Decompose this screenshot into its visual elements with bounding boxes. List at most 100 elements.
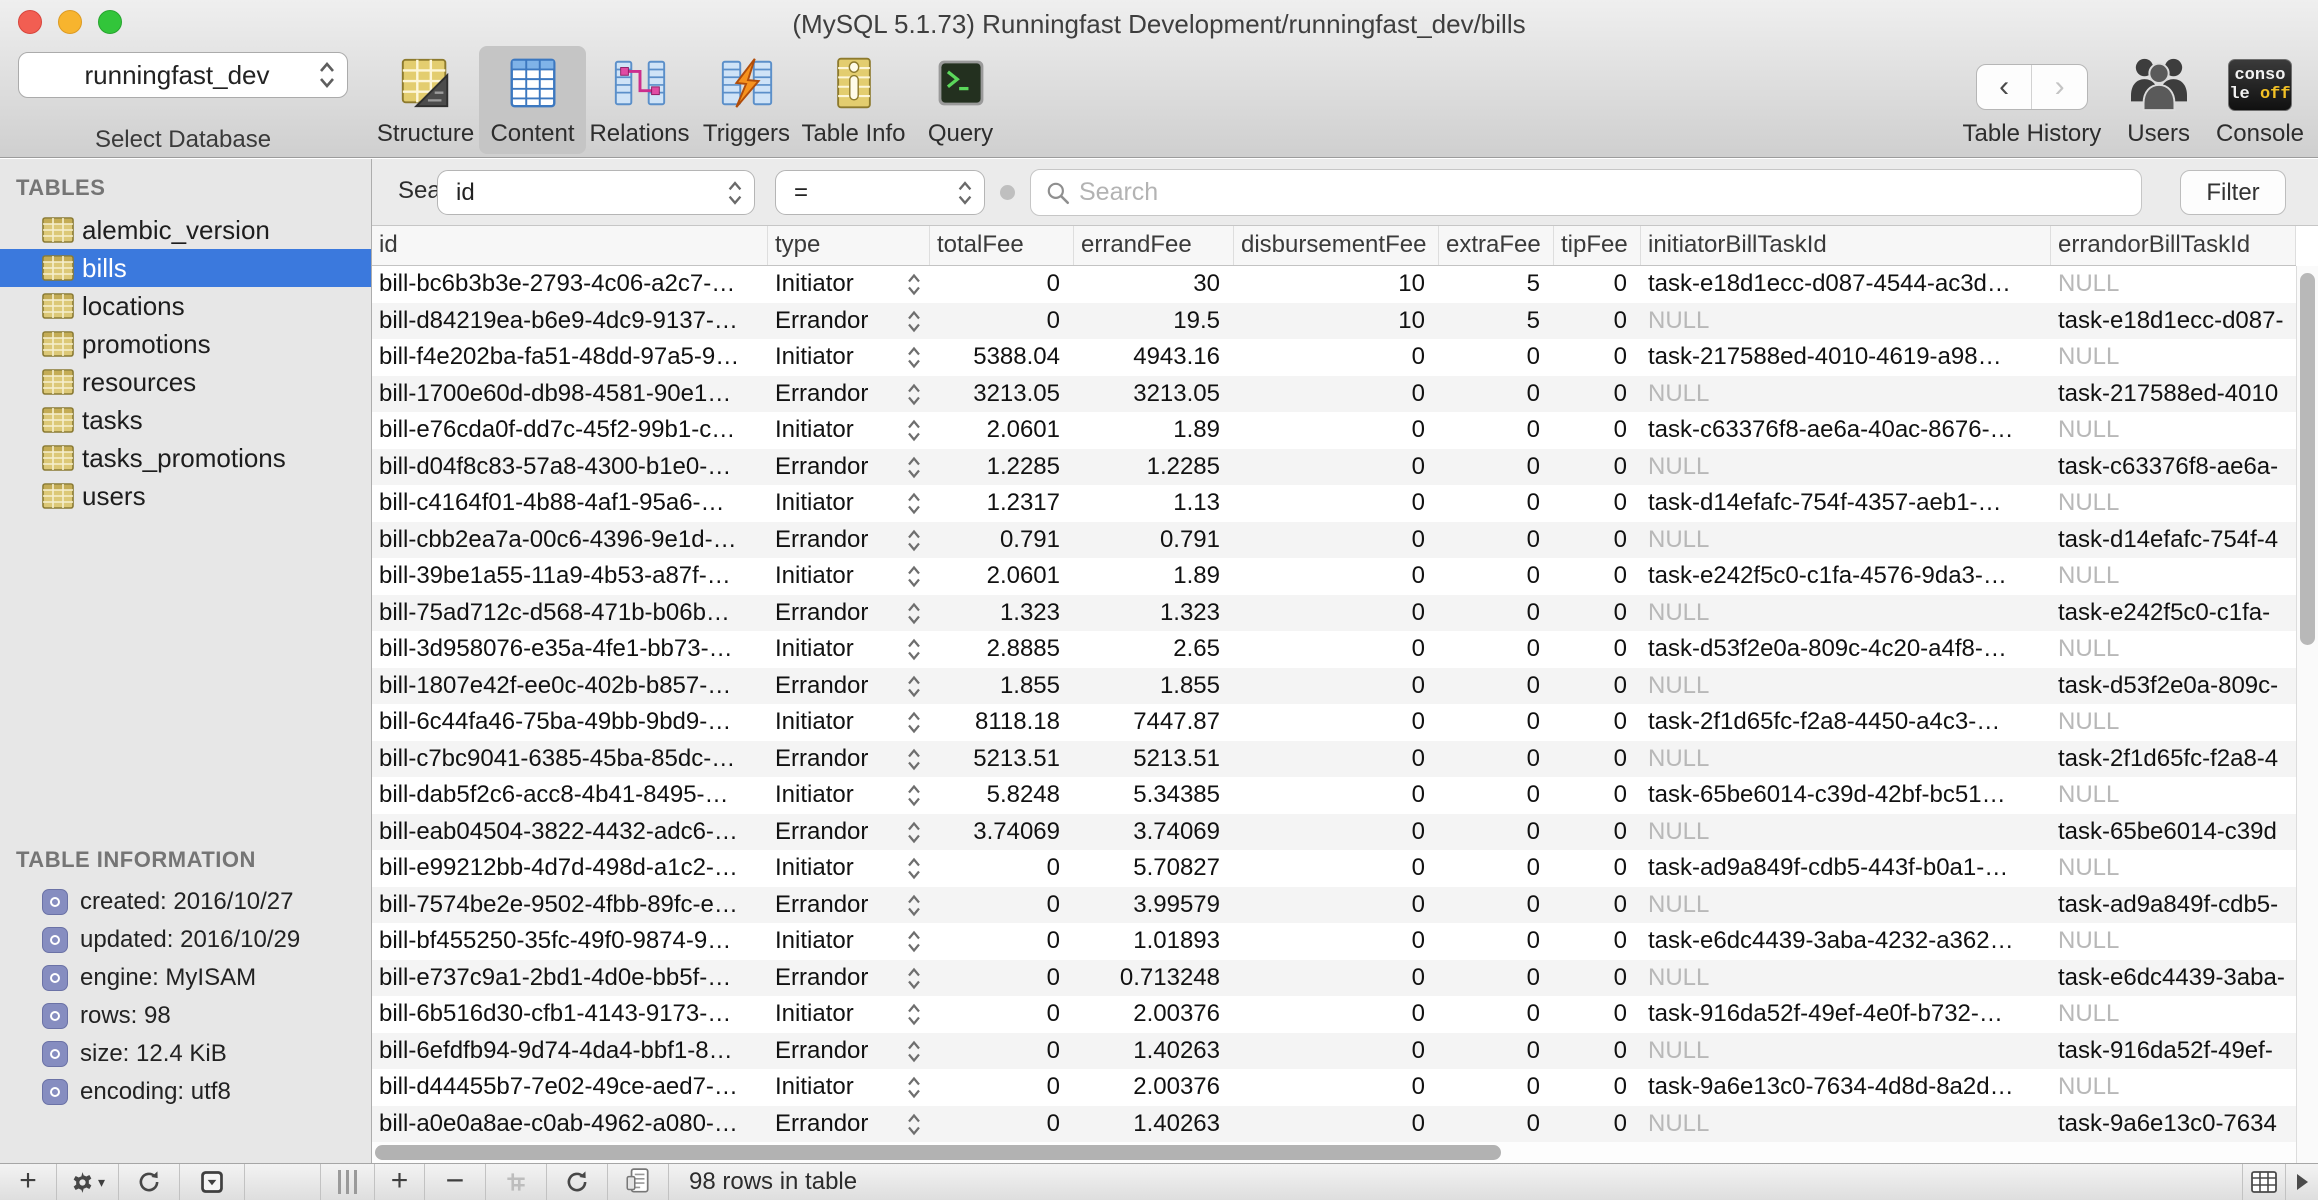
cell-totalFee[interactable]: 0 — [930, 266, 1074, 303]
cell-errandorBillTaskId[interactable]: NULL — [2051, 850, 2296, 887]
type-stepper-icon[interactable] — [906, 674, 922, 699]
cell-tipFee[interactable]: 0 — [1554, 814, 1641, 851]
table-row[interactable]: bill-c4164f01-4b88-4af1-95a6-… Initiator 1… — [372, 485, 2296, 522]
cell-id[interactable]: bill-39be1a55-11a9-4b53-a87f-… — [372, 558, 768, 595]
cell-id[interactable]: bill-3d958076-e35a-4fe1-bb73-… — [372, 631, 768, 668]
cell-id[interactable]: bill-7574be2e-9502-4fbb-89fc-e… — [372, 887, 768, 924]
table-row[interactable]: bill-d44455b7-7e02-49ce-aed7-… Initiator 0… — [372, 1069, 2296, 1106]
tab-relations[interactable]: Relations — [586, 46, 693, 154]
cell-totalFee[interactable]: 0 — [930, 303, 1074, 340]
cell-errandorBillTaskId[interactable]: task-e6dc4439-3aba- — [2051, 960, 2296, 997]
table-row[interactable]: bill-3d958076-e35a-4fe1-bb73-… Initiator 2… — [372, 631, 2296, 668]
cell-initiatorBillTaskId[interactable]: task-65be6014-c39d-42bf-bc51… — [1641, 777, 2051, 814]
type-stepper-icon[interactable] — [906, 637, 922, 662]
cell-extraFee[interactable]: 0 — [1439, 595, 1554, 632]
cell-extraFee[interactable]: 5 — [1439, 303, 1554, 340]
cell-id[interactable]: bill-f4e202ba-fa51-48dd-97a5-9… — [372, 339, 768, 376]
database-select-dropdown[interactable]: runningfast_dev — [18, 52, 348, 98]
cell-disbursementFee[interactable]: 0 — [1234, 996, 1439, 1033]
cell-initiatorBillTaskId[interactable]: task-e242f5c0-c1fa-4576-9da3-… — [1641, 558, 2051, 595]
sidebar-item-tasks[interactable]: tasks — [0, 401, 371, 439]
cell-disbursementFee[interactable]: 0 — [1234, 558, 1439, 595]
table-row[interactable]: bill-f4e202ba-fa51-48dd-97a5-9… Initiator… — [372, 339, 2296, 376]
cell-initiatorBillTaskId[interactable]: task-9a6e13c0-7634-4d8d-8a2d… — [1641, 1069, 2051, 1106]
cell-errandorBillTaskId[interactable]: task-e242f5c0-c1fa- — [2051, 595, 2296, 632]
add-table-button[interactable]: + — [0, 1164, 57, 1200]
cell-errandorBillTaskId[interactable]: task-217588ed-4010 — [2051, 376, 2296, 413]
cell-disbursementFee[interactable]: 0 — [1234, 1033, 1439, 1070]
cell-type[interactable]: Errandor — [768, 668, 930, 705]
cell-errandFee[interactable]: 1.40263 — [1074, 1033, 1234, 1070]
cell-initiatorBillTaskId[interactable]: NULL — [1641, 814, 2051, 851]
cell-errandFee[interactable]: 1.89 — [1074, 412, 1234, 449]
tab-content[interactable]: Content — [479, 46, 586, 154]
cell-extraFee[interactable]: 0 — [1439, 887, 1554, 924]
cell-initiatorBillTaskId[interactable]: NULL — [1641, 960, 2051, 997]
table-row[interactable]: bill-e99212bb-4d7d-498d-a1c2-… Initiator 0… — [372, 850, 2296, 887]
type-stepper-icon[interactable] — [906, 418, 922, 443]
cell-disbursementFee[interactable]: 0 — [1234, 668, 1439, 705]
cell-id[interactable]: bill-1807e42f-ee0c-402b-b857-… — [372, 668, 768, 705]
cell-id[interactable]: bill-75ad712c-d568-471b-b06b… — [372, 595, 768, 632]
cell-disbursementFee[interactable]: 10 — [1234, 266, 1439, 303]
type-stepper-icon[interactable] — [906, 272, 922, 297]
cell-initiatorBillTaskId[interactable]: task-c63376f8-ae6a-40ac-8676-… — [1641, 412, 2051, 449]
table-row[interactable]: bill-39be1a55-11a9-4b53-a87f-… Initiator 2… — [372, 558, 2296, 595]
type-stepper-icon[interactable] — [906, 820, 922, 845]
cell-tipFee[interactable]: 0 — [1554, 996, 1641, 1033]
cell-disbursementFee[interactable]: 0 — [1234, 887, 1439, 924]
cell-totalFee[interactable]: 0 — [930, 1033, 1074, 1070]
cell-type[interactable]: Errandor — [768, 595, 930, 632]
cell-extraFee[interactable]: 0 — [1439, 668, 1554, 705]
cell-type[interactable]: Errandor — [768, 741, 930, 778]
cell-tipFee[interactable]: 0 — [1554, 923, 1641, 960]
table-row[interactable]: bill-1700e60d-db98-4581-90e1… Errandor 321… — [372, 375, 2296, 413]
cell-errandFee[interactable]: 2.65 — [1074, 631, 1234, 668]
cell-tipFee[interactable]: 0 — [1554, 376, 1641, 413]
table-row[interactable]: bill-7574be2e-9502-4fbb-89fc-e… Errandor 0… — [372, 886, 2296, 924]
column-header-tipFee[interactable]: tipFee — [1554, 226, 1641, 265]
cell-initiatorBillTaskId[interactable]: NULL — [1641, 595, 2051, 632]
cell-tipFee[interactable]: 0 — [1554, 850, 1641, 887]
cell-errandFee[interactable]: 0.713248 — [1074, 960, 1234, 997]
cell-disbursementFee[interactable]: 0 — [1234, 339, 1439, 376]
cell-totalFee[interactable]: 3213.05 — [930, 376, 1074, 413]
cell-tipFee[interactable]: 0 — [1554, 1069, 1641, 1106]
cell-id[interactable]: bill-1700e60d-db98-4581-90e1… — [372, 376, 768, 413]
cell-initiatorBillTaskId[interactable]: task-e6dc4439-3aba-4232-a362… — [1641, 923, 2051, 960]
cell-errandFee[interactable]: 30 — [1074, 266, 1234, 303]
type-stepper-icon[interactable] — [906, 1112, 922, 1137]
cell-initiatorBillTaskId[interactable]: task-916da52f-49ef-4e0f-b732-… — [1641, 996, 2051, 1033]
table-row[interactable]: bill-e737c9a1-2bd1-4d0e-bb5f-… Errandor 0 0… — [372, 959, 2296, 997]
edit-record-button[interactable] — [608, 1164, 669, 1200]
sidebar-item-promotions[interactable]: promotions — [0, 325, 371, 363]
cell-tipFee[interactable]: 0 — [1554, 704, 1641, 741]
table-row[interactable]: bill-d84219ea-b6e9-4dc9-9137-… Errandor 0 1… — [372, 302, 2296, 340]
cell-totalFee[interactable]: 1.2285 — [930, 449, 1074, 486]
cell-type[interactable]: Initiator — [768, 339, 930, 376]
cell-totalFee[interactable]: 0 — [930, 923, 1074, 960]
cell-totalFee[interactable]: 5.8248 — [930, 777, 1074, 814]
minimize-window-button[interactable] — [58, 10, 82, 34]
table-row[interactable]: bill-dab5f2c6-acc8-4b41-8495-… Initiator 5… — [372, 777, 2296, 814]
type-stepper-icon[interactable] — [906, 710, 922, 735]
cell-errandFee[interactable]: 0.791 — [1074, 522, 1234, 559]
cell-disbursementFee[interactable]: 0 — [1234, 704, 1439, 741]
cell-tipFee[interactable]: 0 — [1554, 339, 1641, 376]
cell-tipFee[interactable]: 0 — [1554, 522, 1641, 559]
reload-content-button[interactable] — [547, 1164, 608, 1200]
cell-totalFee[interactable]: 3.74069 — [930, 814, 1074, 851]
cell-errandorBillTaskId[interactable]: task-e18d1ecc-d087- — [2051, 303, 2296, 340]
cell-tipFee[interactable]: 0 — [1554, 303, 1641, 340]
cell-id[interactable]: bill-d84219ea-b6e9-4dc9-9137-… — [372, 303, 768, 340]
cell-type[interactable]: Errandor — [768, 960, 930, 997]
cell-totalFee[interactable]: 1.323 — [930, 595, 1074, 632]
cell-errandFee[interactable]: 1.40263 — [1074, 1106, 1234, 1143]
cell-tipFee[interactable]: 0 — [1554, 1033, 1641, 1070]
cell-disbursementFee[interactable]: 0 — [1234, 960, 1439, 997]
history-back-button[interactable]: ‹ — [1977, 65, 2033, 109]
cell-type[interactable]: Initiator — [768, 996, 930, 1033]
sidebar-item-users[interactable]: users — [0, 477, 371, 515]
remove-row-button[interactable]: − — [425, 1164, 486, 1200]
column-header-type[interactable]: type — [768, 226, 930, 265]
